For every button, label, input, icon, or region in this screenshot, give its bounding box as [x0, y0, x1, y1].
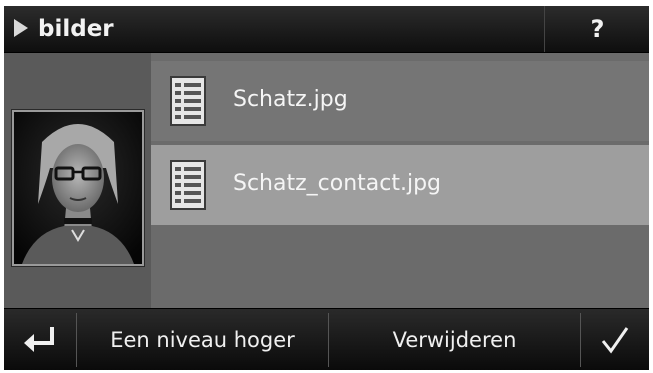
back-button[interactable]: [4, 309, 76, 370]
up-one-level-button[interactable]: Een niveau hoger: [77, 309, 328, 370]
file-name: Schatz.jpg: [233, 87, 348, 112]
folder-title: bilder: [38, 16, 114, 42]
delete-button[interactable]: Verwijderen: [329, 309, 580, 370]
play-arrow-icon: [14, 19, 28, 37]
title-bar: bilder ?: [4, 6, 649, 53]
document-icon: [170, 76, 206, 126]
portrait-image: [14, 112, 142, 264]
bottom-toolbar: Een niveau hoger Verwijderen: [4, 308, 649, 370]
screen: bilder ? Schatz.jpg Schatz_contact.jpg E…: [4, 6, 649, 370]
file-row-schatz[interactable]: Schatz.jpg: [151, 61, 649, 141]
help-button[interactable]: ?: [544, 6, 649, 52]
file-name: Schatz_contact.jpg: [233, 171, 442, 196]
return-arrow-icon: [24, 327, 54, 352]
file-row-schatz-contact[interactable]: Schatz_contact.jpg: [151, 145, 649, 225]
file-list: Schatz.jpg Schatz_contact.jpg: [151, 53, 649, 308]
preview-pane: [4, 53, 151, 308]
image-preview: [12, 110, 144, 266]
ok-button[interactable]: [581, 309, 649, 370]
checkmark-icon: [601, 327, 629, 354]
document-icon: [170, 160, 206, 210]
